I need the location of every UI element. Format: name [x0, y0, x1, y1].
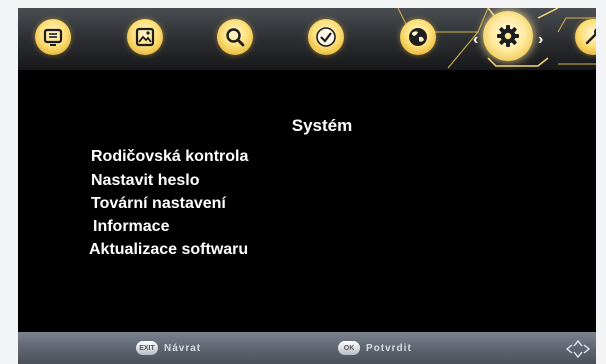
- exit-key-icon: EXIT: [136, 341, 158, 355]
- dpad-icon: [565, 339, 591, 359]
- menu-item-parental-control[interactable]: Rodičovská kontrola: [91, 148, 248, 166]
- search-icon: [226, 28, 245, 47]
- tab-network[interactable]: [400, 19, 436, 55]
- tab-left-arrow-icon[interactable]: ‹: [473, 32, 478, 48]
- menu-item-set-password[interactable]: Nastavit heslo: [91, 172, 199, 190]
- tv-bezel: ‹ › Systém Rodičovská kontrola Nastavit …: [0, 0, 606, 364]
- back-hint[interactable]: EXIT Návrat: [136, 341, 201, 355]
- tv-icon: [43, 28, 63, 46]
- menu-item-information[interactable]: Informace: [93, 218, 169, 236]
- tools-icon: [585, 28, 596, 45]
- clock-icon: [316, 27, 336, 47]
- menu-tab-bar: ‹ ›: [18, 8, 596, 70]
- ok-key-icon: OK: [338, 341, 360, 355]
- tab-search[interactable]: [217, 19, 253, 55]
- menu-item-factory-reset[interactable]: Tovární nastavení: [91, 195, 226, 213]
- confirm-label: Potvrdit: [366, 342, 412, 354]
- footer-hint-bar: EXIT Návrat OK Potvrdit: [18, 332, 596, 364]
- back-label: Návrat: [164, 342, 202, 354]
- tab-right-arrow-icon[interactable]: ›: [538, 32, 543, 48]
- picture-icon: [135, 27, 155, 47]
- page-title: Systém: [291, 116, 353, 135]
- tab-system[interactable]: [483, 11, 533, 61]
- globe-icon: [409, 28, 427, 46]
- tab-time[interactable]: [308, 19, 344, 55]
- tab-tv[interactable]: [35, 19, 71, 55]
- tv-screen: ‹ › Systém Rodičovská kontrola Nastavit …: [18, 8, 596, 364]
- gear-icon: [497, 25, 519, 47]
- tab-picture[interactable]: [127, 19, 163, 55]
- menu-item-software-update[interactable]: Aktualizace softwaru: [89, 241, 248, 259]
- confirm-hint[interactable]: OK Potvrdit: [338, 341, 412, 355]
